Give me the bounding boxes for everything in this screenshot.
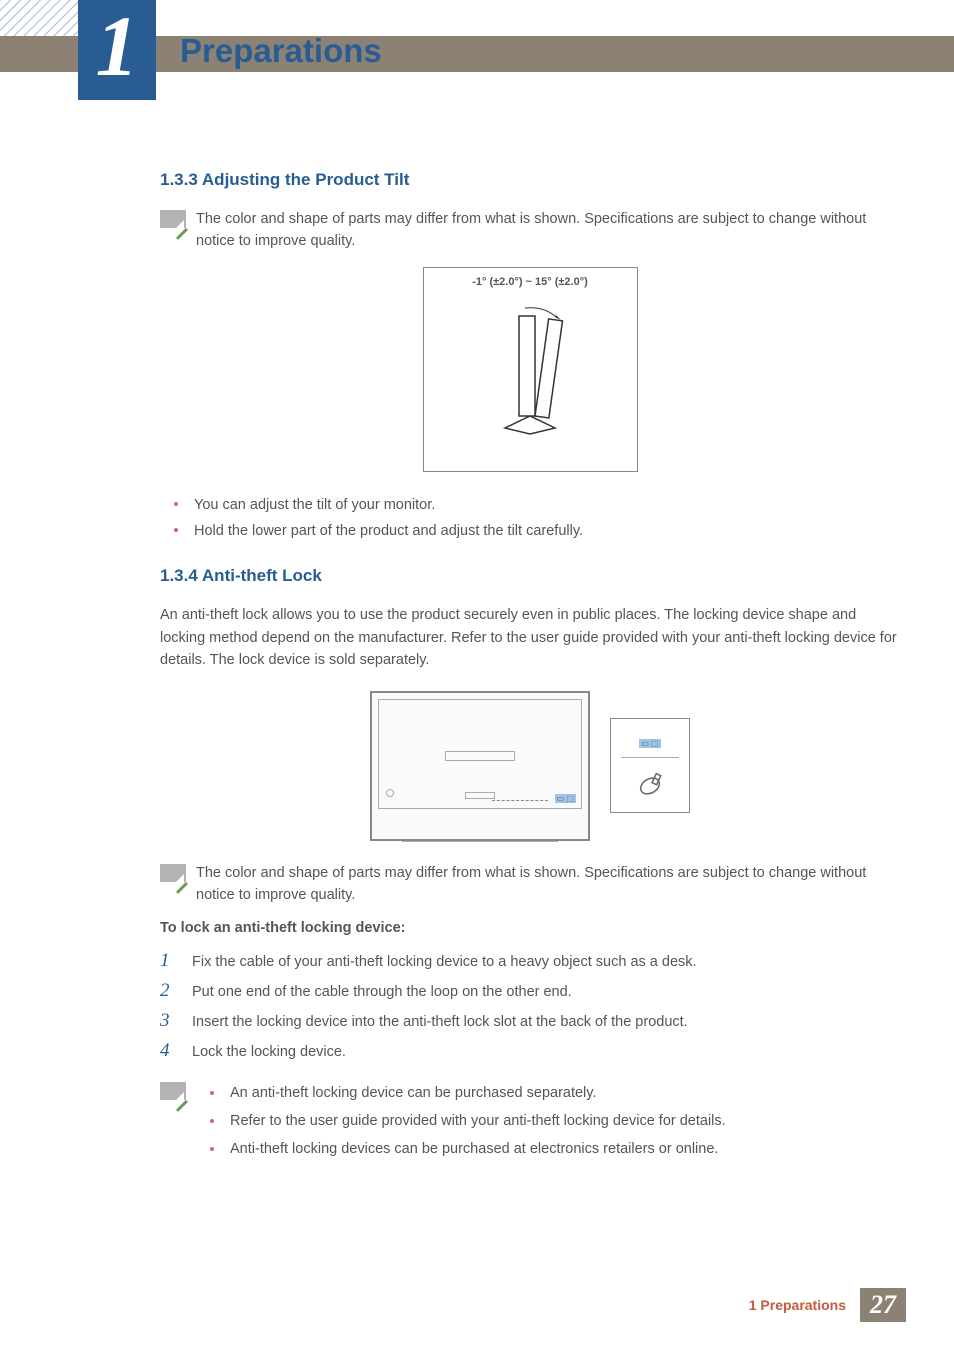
tilt-figure: -1° (±2.0°) ~ 15° (±2.0°) <box>423 267 638 472</box>
lock-figure: ▭ ⬚ ▭ ⬚ <box>350 686 710 846</box>
step-text: Insert the locking device into the anti-… <box>192 1014 688 1030</box>
footer-chapter-label: 1 Preparations <box>749 1297 846 1313</box>
step-item: 4Lock the locking device. <box>160 1036 900 1066</box>
note-icon <box>160 210 186 228</box>
step-text: Fix the cable of your anti-theft locking… <box>192 954 697 970</box>
page-content: 1.3.3 Adjusting the Product Tilt The col… <box>160 170 900 1163</box>
monitor-back-illustration: ▭ ⬚ <box>370 691 590 841</box>
monitor-tilt-illustration <box>475 298 585 438</box>
chapter-number-badge: 1 <box>78 0 156 100</box>
section-heading-lock: 1.3.4 Anti-theft Lock <box>160 566 900 586</box>
tilt-bullet-list: You can adjust the tilt of your monitor.… <box>160 492 900 544</box>
chapter-title: Preparations <box>180 32 382 70</box>
step-text: Lock the locking device. <box>192 1044 346 1060</box>
note-text: The color and shape of parts may differ … <box>196 208 900 253</box>
note-box: The color and shape of parts may differ … <box>160 862 900 907</box>
note-box: The color and shape of parts may differ … <box>160 208 900 253</box>
list-item: An anti-theft locking device can be purc… <box>196 1080 726 1108</box>
steps-title: To lock an anti-theft locking device: <box>160 920 900 936</box>
list-item: Hold the lower part of the product and a… <box>160 518 900 544</box>
header-hatching-decoration <box>0 0 78 38</box>
note-icon <box>160 864 186 882</box>
list-item: You can adjust the tilt of your monitor. <box>160 492 900 518</box>
section-heading-tilt: 1.3.3 Adjusting the Product Tilt <box>160 170 900 190</box>
note-box: An anti-theft locking device can be purc… <box>160 1080 900 1163</box>
step-item: 2Put one end of the cable through the lo… <box>160 976 900 1006</box>
step-item: 1Fix the cable of your anti-theft lockin… <box>160 946 900 976</box>
page-footer: 1 Preparations 27 <box>749 1288 906 1322</box>
note-icon <box>160 1082 186 1100</box>
footer-page-number: 27 <box>860 1288 906 1322</box>
list-item: Refer to the user guide provided with yo… <box>196 1108 726 1136</box>
lock-intro-paragraph: An anti-theft lock allows you to use the… <box>160 604 900 671</box>
tilt-range-label: -1° (±2.0°) ~ 15° (±2.0°) <box>432 276 629 288</box>
lock-sub-notes-list: An anti-theft locking device can be purc… <box>196 1080 726 1163</box>
step-text: Put one end of the cable through the loo… <box>192 984 572 1000</box>
step-item: 3Insert the locking device into the anti… <box>160 1006 900 1036</box>
lock-steps-list: 1Fix the cable of your anti-theft lockin… <box>160 946 900 1066</box>
note-text: The color and shape of parts may differ … <box>196 862 900 907</box>
lock-zoom-illustration: ▭ ⬚ <box>610 718 690 813</box>
list-item: Anti-theft locking devices can be purcha… <box>196 1136 726 1164</box>
